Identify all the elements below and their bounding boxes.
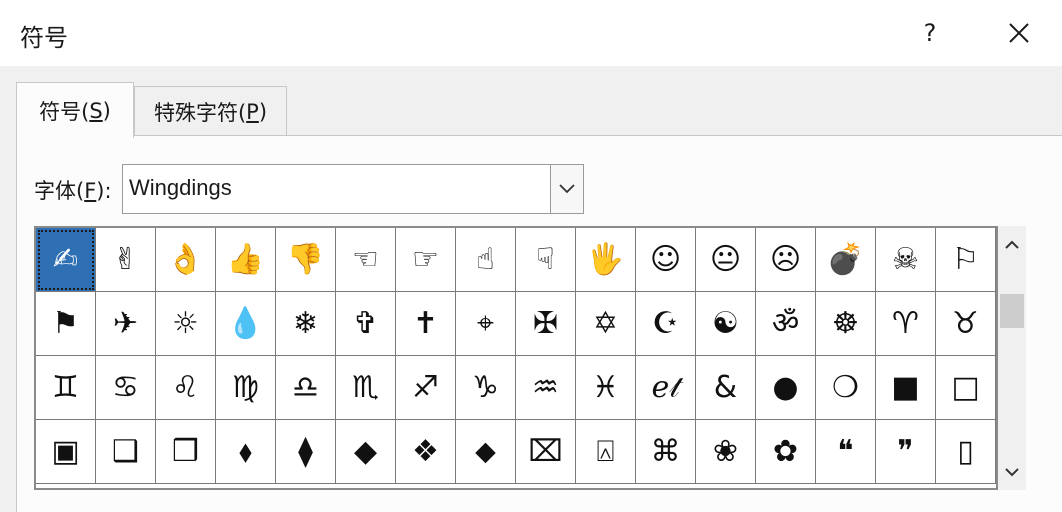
symbol-grid-cells: ✍ ✌ 👌 👍 👎 ☜ ☞ ☝ ☟ 🖐 ☺ 😐 ☹ 💣 ☠ ⚐ ⚑ ✈ ☼ 💧 ❄ ✞ ✝ ⌖ ✠ ✡ ☪ ☯ ॐ ☸ ♈ ♉ ♊ ♋ ♌ ♍ ♎ ♏ ♐ ♑… bbox=[36, 228, 996, 484]
symbol-cell[interactable]: ☼ bbox=[156, 292, 216, 356]
tab-label: 符号( bbox=[39, 99, 90, 124]
symbol-cell[interactable]: ⍓ bbox=[576, 420, 636, 484]
symbol-cell[interactable]: 🖐 bbox=[576, 228, 636, 292]
symbol-cell[interactable]: □ bbox=[936, 356, 996, 420]
font-label-accelerator: F bbox=[84, 179, 97, 203]
symbol-cell[interactable]: ❝ bbox=[816, 420, 876, 484]
symbol-cell[interactable]: ☞ bbox=[396, 228, 456, 292]
symbol-cell[interactable]: ⌖ bbox=[456, 292, 516, 356]
symbol-cell[interactable]: ✠ bbox=[516, 292, 576, 356]
symbol-cell[interactable]: ❑ bbox=[96, 420, 156, 484]
symbol-cell[interactable]: 👍 bbox=[216, 228, 276, 292]
symbol-cell[interactable]: ✝ bbox=[396, 292, 456, 356]
tab-symbols[interactable]: 符号(S) bbox=[16, 82, 134, 138]
symbol-cell[interactable]: ⌧ bbox=[516, 420, 576, 484]
symbol-cell[interactable]: ✞ bbox=[336, 292, 396, 356]
title-bar: 符号 ? bbox=[0, 0, 1062, 66]
chevron-up-icon bbox=[1005, 240, 1019, 249]
symbol-cell[interactable]: ⧫ bbox=[276, 420, 336, 484]
symbol-cell[interactable]: ❍ bbox=[816, 356, 876, 420]
symbol-cell[interactable]: ⬧ bbox=[216, 420, 276, 484]
symbol-cell[interactable]: ✿ bbox=[756, 420, 816, 484]
symbol-cell[interactable]: ☸ bbox=[816, 292, 876, 356]
symbol-cell[interactable]: ■ bbox=[876, 356, 936, 420]
symbol-cell[interactable]: ♊ bbox=[36, 356, 96, 420]
symbol-cell[interactable]: ⚑ bbox=[36, 292, 96, 356]
symbol-cell[interactable]: ♋ bbox=[96, 356, 156, 420]
symbol-cell[interactable]: ❄ bbox=[276, 292, 336, 356]
font-dropdown-button[interactable] bbox=[550, 165, 583, 213]
symbol-cell[interactable]: ⚐ bbox=[936, 228, 996, 292]
symbol-cell[interactable]: ♉ bbox=[936, 292, 996, 356]
symbol-cell[interactable]: ⬥ bbox=[456, 420, 516, 484]
symbol-cell[interactable]: ● bbox=[756, 356, 816, 420]
symbol-cell[interactable]: ☪ bbox=[636, 292, 696, 356]
scroll-down-button[interactable] bbox=[998, 454, 1026, 490]
symbol-cell[interactable]: ♏ bbox=[336, 356, 396, 420]
symbol-cell[interactable]: ◆ bbox=[336, 420, 396, 484]
font-select[interactable]: Wingdings bbox=[122, 164, 584, 214]
symbol-cell[interactable]: ℯ𝓉 bbox=[636, 356, 696, 420]
chevron-down-icon bbox=[1005, 467, 1019, 476]
symbol-cell[interactable]: ☺ bbox=[636, 228, 696, 292]
symbol-cell[interactable]: ⌘ bbox=[636, 420, 696, 484]
symbol-cell[interactable]: ☹ bbox=[756, 228, 816, 292]
symbol-cell[interactable]: 👌 bbox=[156, 228, 216, 292]
help-button[interactable]: ? bbox=[906, 10, 954, 56]
scroll-up-button[interactable] bbox=[998, 226, 1026, 262]
symbol-cell[interactable]: ☠ bbox=[876, 228, 936, 292]
tab-label-end: ) bbox=[102, 98, 111, 123]
symbol-grid-scrollbar[interactable] bbox=[998, 226, 1026, 490]
symbol-cell[interactable]: ▯ bbox=[936, 420, 996, 484]
symbol-cell[interactable]: ✈ bbox=[96, 292, 156, 356]
symbol-cell[interactable]: ☟ bbox=[516, 228, 576, 292]
symbol-cell[interactable]: ♌ bbox=[156, 356, 216, 420]
close-button[interactable] bbox=[994, 10, 1044, 56]
tab-label-end: ) bbox=[258, 99, 268, 124]
font-label-end: ): bbox=[96, 179, 112, 203]
symbol-cell[interactable]: & bbox=[696, 356, 756, 420]
tab-special-characters[interactable]: 特殊字符(P) bbox=[134, 86, 287, 136]
symbol-cell[interactable]: ✌ bbox=[96, 228, 156, 292]
symbol-cell[interactable]: ❖ bbox=[396, 420, 456, 484]
symbol-dialog: 符号 ? 符号(S) 特殊字符(P) 字体(F): Wingdings ✍ ✌ 👌 👍… bbox=[0, 0, 1062, 512]
symbol-cell[interactable]: 💣 bbox=[816, 228, 876, 292]
symbol-grid: ✍ ✌ 👌 👍 👎 ☜ ☞ ☝ ☟ 🖐 ☺ 😐 ☹ 💣 ☠ ⚐ ⚑ ✈ ☼ 💧 ❄ ✞ ✝ ⌖ ✠ ✡ ☪ ☯ ॐ ☸ ♈ ♉ ♊ ♋ ♌ ♍ ♎ ♏ ♐ ♑… bbox=[34, 226, 998, 490]
symbol-cell[interactable]: ♐ bbox=[396, 356, 456, 420]
symbol-cell[interactable]: ♎ bbox=[276, 356, 336, 420]
symbol-cell[interactable]: ♍ bbox=[216, 356, 276, 420]
close-icon bbox=[1009, 23, 1029, 43]
symbol-cell[interactable]: ♓ bbox=[576, 356, 636, 420]
symbol-cell[interactable]: ✍ bbox=[36, 228, 96, 292]
tab-accelerator: S bbox=[89, 98, 103, 123]
symbol-cell[interactable]: ♒ bbox=[516, 356, 576, 420]
tab-accelerator: P bbox=[246, 99, 259, 124]
symbol-cell[interactable]: ☜ bbox=[336, 228, 396, 292]
symbol-cell[interactable]: ▣ bbox=[36, 420, 96, 484]
tab-strip: 符号(S) 特殊字符(P) bbox=[0, 66, 1062, 138]
symbol-cell[interactable]: 👎 bbox=[276, 228, 336, 292]
symbol-cell[interactable]: ☯ bbox=[696, 292, 756, 356]
symbol-cell[interactable]: ❒ bbox=[156, 420, 216, 484]
symbol-cell[interactable]: ॐ bbox=[756, 292, 816, 356]
symbol-cell[interactable]: ♈ bbox=[876, 292, 936, 356]
symbol-cell[interactable]: ❀ bbox=[696, 420, 756, 484]
chevron-down-icon bbox=[559, 184, 575, 194]
scrollbar-thumb[interactable] bbox=[1000, 293, 1024, 328]
font-label: 字体(F): bbox=[34, 175, 112, 205]
symbol-cell[interactable]: ☝ bbox=[456, 228, 516, 292]
symbol-cell[interactable]: 😐 bbox=[696, 228, 756, 292]
font-select-value: Wingdings bbox=[129, 175, 232, 200]
tab-label: 特殊字符( bbox=[153, 100, 247, 125]
dialog-title: 符号 bbox=[20, 24, 68, 52]
font-label-text: 字体( bbox=[34, 179, 85, 203]
symbol-cell[interactable]: ♑ bbox=[456, 356, 516, 420]
symbol-cell[interactable]: ❞ bbox=[876, 420, 936, 484]
symbol-cell[interactable]: ✡ bbox=[576, 292, 636, 356]
symbol-cell[interactable]: 💧 bbox=[216, 292, 276, 356]
